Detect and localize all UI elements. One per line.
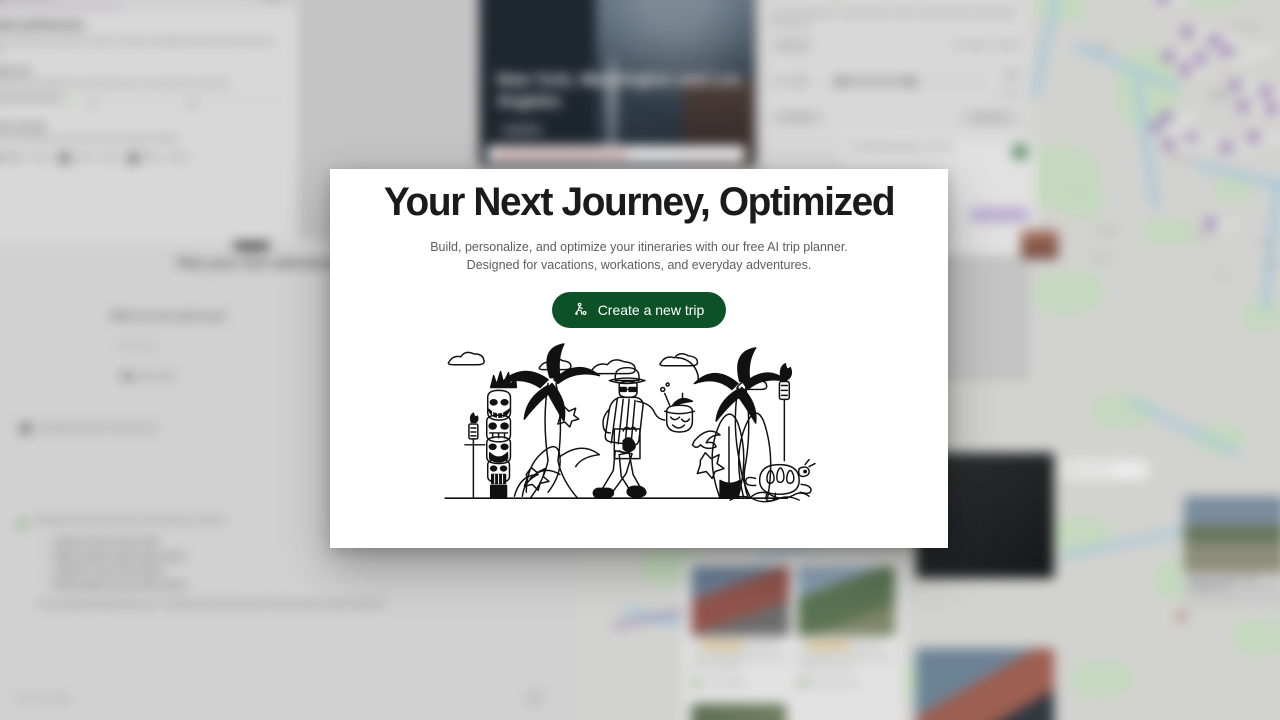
tropical-beach-illustration — [444, 343, 816, 503]
create-new-trip-button[interactable]: Create a new trip — [551, 291, 727, 328]
traveler-icon — [574, 303, 587, 316]
promo-modal: Your Next Journey, Optimized Build, pers… — [330, 169, 948, 548]
modal-subtitle: Build, personalize, and optimize your it… — [430, 239, 848, 272]
modal-title: Your Next Journey, Optimized — [383, 180, 896, 224]
create-new-trip-label: Create a new trip — [597, 301, 705, 318]
screenshot-root: Nanterre Paris Boulogne Saint-Denis Vers… — [0, 0, 1280, 720]
